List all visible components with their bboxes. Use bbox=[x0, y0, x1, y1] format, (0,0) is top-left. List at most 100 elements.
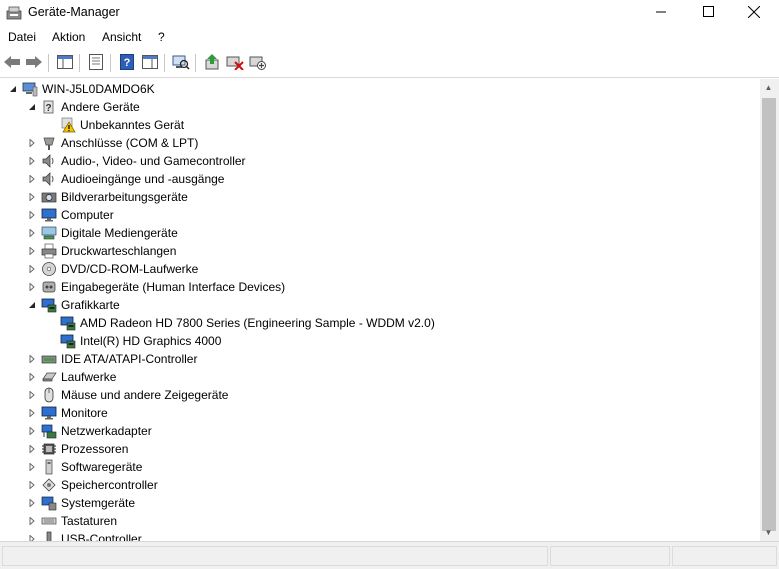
update-driver-button[interactable] bbox=[202, 53, 222, 73]
expand-arrow-icon[interactable] bbox=[27, 516, 37, 526]
tree-device[interactable]: AMD Radeon HD 7800 Series (Engineering S… bbox=[0, 314, 760, 332]
menu-datei[interactable]: Datei bbox=[8, 30, 36, 44]
expand-arrow-icon[interactable] bbox=[27, 138, 37, 148]
expand-arrow-icon[interactable] bbox=[27, 390, 37, 400]
scrollbar-thumb[interactable] bbox=[762, 98, 776, 531]
status-bar bbox=[0, 541, 779, 569]
tree-node-label: Intel(R) HD Graphics 4000 bbox=[80, 334, 222, 348]
tree-node-label: Computer bbox=[61, 208, 114, 222]
tree-device[interactable]: Intel(R) HD Graphics 4000 bbox=[0, 332, 760, 350]
update-driver-icon bbox=[203, 53, 221, 73]
back-icon bbox=[3, 55, 21, 72]
toolbar-separator bbox=[48, 54, 49, 72]
ide-controller-icon bbox=[41, 351, 57, 367]
tree-category[interactable]: DVD/CD-ROM-Laufwerke bbox=[0, 260, 760, 278]
tree-category[interactable]: Mäuse und andere Zeigegeräte bbox=[0, 386, 760, 404]
scan-hardware-changes-button[interactable] bbox=[171, 53, 191, 73]
scroll-down-icon[interactable]: ▼ bbox=[760, 524, 777, 541]
expand-arrow-icon[interactable] bbox=[27, 246, 37, 256]
tree-category[interactable]: USB-Controller bbox=[0, 530, 760, 541]
tree-node-label: Digitale Mediengeräte bbox=[61, 226, 178, 240]
scroll-up-icon[interactable]: ▲ bbox=[760, 79, 777, 96]
expand-arrow-icon[interactable] bbox=[27, 534, 37, 541]
tree-category[interactable]: Softwaregeräte bbox=[0, 458, 760, 476]
collapse-arrow-icon[interactable] bbox=[27, 300, 37, 310]
tree-category[interactable]: Laufwerke bbox=[0, 368, 760, 386]
properties-button[interactable] bbox=[86, 53, 106, 73]
expand-arrow-icon[interactable] bbox=[27, 282, 37, 292]
disc-drive-icon bbox=[41, 261, 57, 277]
menu-ansicht[interactable]: Ansicht bbox=[102, 30, 141, 44]
tree-category[interactable]: Audioeingänge und -ausgänge bbox=[0, 170, 760, 188]
tree-category[interactable]: Digitale Mediengeräte bbox=[0, 224, 760, 242]
expand-arrow-icon[interactable] bbox=[27, 228, 37, 238]
collapse-arrow-icon[interactable] bbox=[8, 84, 18, 94]
tree-category[interactable]: Monitore bbox=[0, 404, 760, 422]
maximize-button[interactable] bbox=[685, 0, 731, 26]
tree-category[interactable]: Speichercontroller bbox=[0, 476, 760, 494]
svg-text:?: ? bbox=[45, 103, 51, 114]
expand-arrow-icon[interactable] bbox=[27, 156, 37, 166]
monitor-icon bbox=[41, 207, 57, 223]
minimize-button[interactable] bbox=[638, 0, 684, 26]
port-icon bbox=[41, 135, 57, 151]
storage-controller-icon bbox=[41, 477, 57, 493]
collapse-arrow-icon[interactable] bbox=[27, 102, 37, 112]
device-manager-icon bbox=[6, 5, 22, 21]
tree-category[interactable]: IDE ATA/ATAPI-Controller bbox=[0, 350, 760, 368]
expand-arrow-icon[interactable] bbox=[27, 444, 37, 454]
tree-category[interactable]: Tastaturen bbox=[0, 512, 760, 530]
warning-device-icon bbox=[60, 117, 76, 133]
tree-category[interactable]: ? Andere Geräte bbox=[0, 98, 760, 116]
expand-arrow-icon[interactable] bbox=[27, 264, 37, 274]
tree-node-label: Unbekanntes Gerät bbox=[80, 118, 185, 132]
camera-icon bbox=[41, 189, 57, 205]
tree-category[interactable]: Audio-, Video- und Gamecontroller bbox=[0, 152, 760, 170]
unknown-device-category-icon: ? bbox=[41, 99, 57, 115]
tree-category[interactable]: Bildverarbeitungsgeräte bbox=[0, 188, 760, 206]
expand-arrow-icon[interactable] bbox=[27, 174, 37, 184]
tree-category[interactable]: Anschlüsse (COM & LPT) bbox=[0, 134, 760, 152]
uninstall-device-button[interactable] bbox=[225, 53, 245, 73]
tree-category[interactable]: Prozessoren bbox=[0, 440, 760, 458]
tree-category[interactable]: Eingabegeräte (Human Interface Devices) bbox=[0, 278, 760, 296]
hid-icon bbox=[41, 279, 57, 295]
software-device-icon bbox=[41, 459, 57, 475]
svg-text:?: ? bbox=[124, 57, 131, 69]
back-button[interactable] bbox=[2, 53, 22, 73]
vertical-scrollbar[interactable]: ▲ ▼ bbox=[760, 79, 779, 541]
tree-node-label: Speichercontroller bbox=[61, 478, 158, 492]
help-button[interactable]: ? bbox=[117, 53, 137, 73]
menu-help[interactable]: ? bbox=[158, 30, 165, 44]
tree-category[interactable]: Netzwerkadapter bbox=[0, 422, 760, 440]
tree-category[interactable]: Computer bbox=[0, 206, 760, 224]
tree-category[interactable]: Druckwarteschlangen bbox=[0, 242, 760, 260]
expand-arrow-icon[interactable] bbox=[27, 426, 37, 436]
show-hide-console-tree-button[interactable] bbox=[55, 53, 75, 73]
tree-device[interactable]: Unbekanntes Gerät bbox=[0, 116, 760, 134]
close-button[interactable] bbox=[731, 0, 777, 26]
forward-button[interactable] bbox=[24, 53, 44, 73]
tree-root-computer[interactable]: WIN-J5L0DAMDO6K bbox=[0, 80, 760, 98]
device-tree[interactable]: WIN-J5L0DAMDO6K? Andere Geräte Unbekanntes… bbox=[0, 79, 760, 541]
expand-arrow-icon[interactable] bbox=[27, 210, 37, 220]
expand-arrow-icon[interactable] bbox=[27, 480, 37, 490]
close-icon bbox=[747, 5, 761, 21]
tree-node-label: AMD Radeon HD 7800 Series (Engineering S… bbox=[80, 316, 435, 330]
tree-node-label: Eingabegeräte (Human Interface Devices) bbox=[61, 280, 286, 294]
expand-arrow-icon[interactable] bbox=[27, 372, 37, 382]
expand-arrow-icon[interactable] bbox=[27, 462, 37, 472]
tree-category[interactable]: Systemgeräte bbox=[0, 494, 760, 512]
expand-arrow-icon[interactable] bbox=[27, 192, 37, 202]
tree-category[interactable]: Grafikkarte bbox=[0, 296, 760, 314]
tree-node-label: IDE ATA/ATAPI-Controller bbox=[61, 352, 198, 366]
help-icon: ? bbox=[120, 53, 134, 73]
menu-aktion[interactable]: Aktion bbox=[52, 30, 85, 44]
printer-icon bbox=[41, 243, 57, 259]
expand-arrow-icon[interactable] bbox=[27, 498, 37, 508]
display-adapter-icon bbox=[41, 297, 57, 313]
disable-device-button[interactable] bbox=[248, 53, 268, 73]
show-action-pane-button[interactable] bbox=[140, 53, 160, 73]
expand-arrow-icon[interactable] bbox=[27, 354, 37, 364]
expand-arrow-icon[interactable] bbox=[27, 408, 37, 418]
